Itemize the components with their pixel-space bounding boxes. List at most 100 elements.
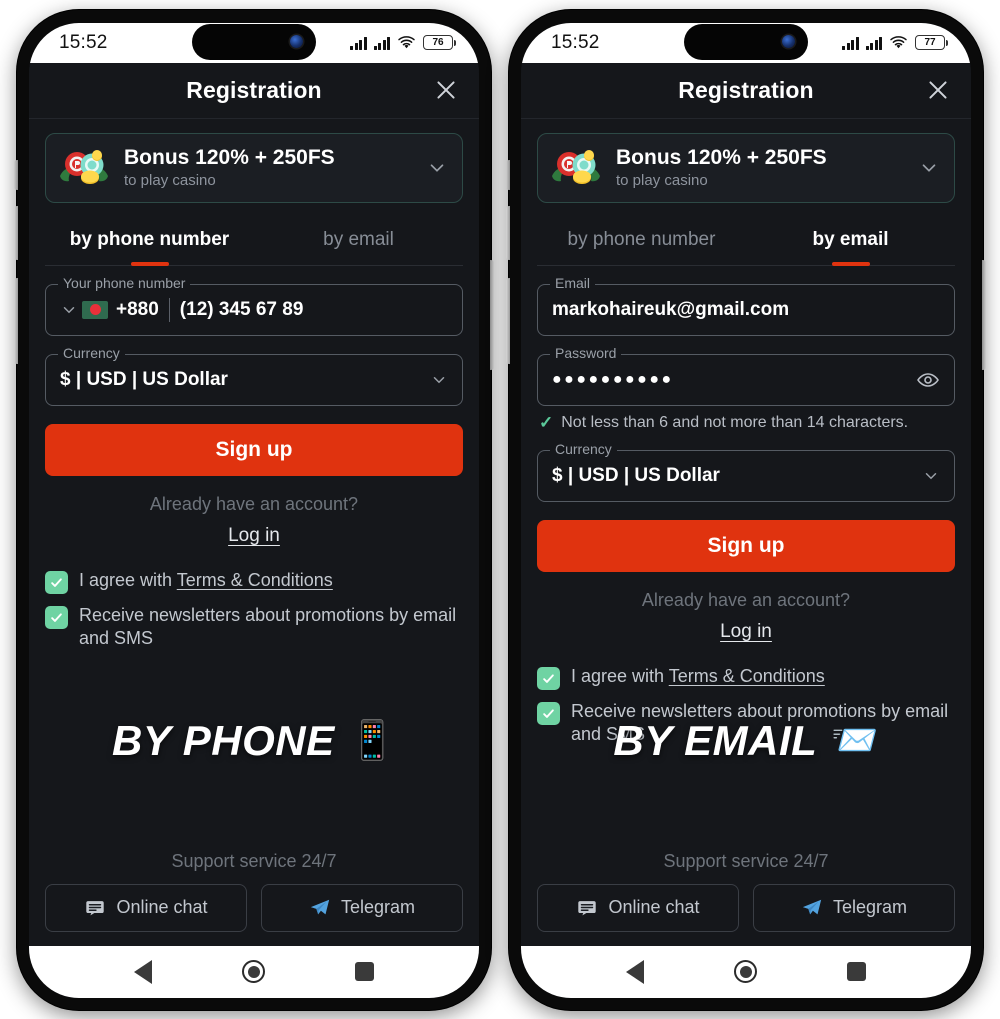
tab-by-phone-number[interactable]: by phone number bbox=[537, 219, 746, 265]
chevron-down-icon[interactable] bbox=[918, 157, 940, 179]
checkbox-row-newsletter[interactable]: Receive newsletters about promotions by … bbox=[537, 700, 955, 746]
telegram-icon bbox=[310, 899, 330, 914]
email-input-value[interactable]: markohaireuk@gmail.com bbox=[552, 299, 789, 321]
password-hint: ✓ Not less than 6 and not more than 14 c… bbox=[537, 414, 955, 432]
casino-chips-icon bbox=[56, 144, 112, 192]
phone-right: 15:52 77 Registration Bonus 120% + 250FS… bbox=[506, 9, 986, 1010]
password-input-value[interactable]: ●●●●●●●●●● bbox=[552, 371, 674, 389]
status-bar-time: 15:52 bbox=[59, 31, 108, 53]
checkbox-newsletter-label: Receive newsletters about promotions by … bbox=[571, 700, 949, 744]
footer-buttons: Online chat Telegram bbox=[537, 883, 955, 932]
checkbox-terms-label: I agree with Terms & Conditions bbox=[79, 569, 333, 592]
phone-number-field[interactable]: Your phone number +880 (12) 345 67 89 bbox=[45, 275, 463, 336]
footer-buttons: Online chat Telegram bbox=[45, 883, 463, 932]
terms-prefix: I agree with bbox=[79, 569, 177, 590]
signup-button[interactable]: Sign up bbox=[45, 423, 463, 476]
battery-percent: 76 bbox=[432, 37, 444, 48]
bonus-text: Bonus 120% + 250FS to play casino bbox=[616, 146, 906, 188]
eye-icon[interactable] bbox=[916, 368, 940, 392]
currency-chevron-down-icon[interactable] bbox=[430, 371, 448, 389]
currency-field[interactable]: Currency $ | USD | US Dollar bbox=[45, 345, 463, 406]
checkbox-row-terms[interactable]: I agree with Terms & Conditions bbox=[45, 569, 463, 594]
home-icon[interactable] bbox=[242, 960, 265, 983]
android-navigation-bar bbox=[29, 945, 479, 998]
checkbox-row-newsletter[interactable]: Receive newsletters about promotions by … bbox=[45, 604, 463, 650]
phone-side-button-silent bbox=[14, 159, 18, 190]
login-link[interactable]: Log in bbox=[45, 525, 463, 547]
telegram-button[interactable]: Telegram bbox=[753, 883, 955, 932]
phone-number-input[interactable]: (12) 345 67 89 bbox=[180, 299, 304, 321]
close-icon[interactable] bbox=[433, 77, 459, 103]
registration-app: Registration Bonus 120% + 250FS to play … bbox=[521, 62, 971, 946]
chevron-down-icon[interactable] bbox=[426, 157, 448, 179]
terms-conditions-link[interactable]: Terms & Conditions bbox=[669, 666, 825, 686]
phone-screen: 15:52 77 Registration Bonus 120% + 250FS… bbox=[521, 22, 971, 998]
password-label: Password bbox=[550, 345, 622, 360]
front-camera-icon bbox=[290, 35, 303, 48]
checkbox-terms-label: I agree with Terms & Conditions bbox=[571, 665, 825, 688]
mobile-phone-icon: 📱 bbox=[348, 719, 396, 762]
status-bar-indicators: 77 bbox=[842, 35, 948, 50]
currency-label: Currency bbox=[550, 441, 617, 456]
phone-side-button-silent bbox=[506, 159, 510, 190]
telegram-button[interactable]: Telegram bbox=[261, 883, 463, 932]
status-bar: 15:52 76 bbox=[29, 22, 479, 63]
phone-comparison-stage: 15:52 76 Registration Bonus 120% + 250FS… bbox=[0, 0, 1000, 1019]
password-hint-text: Not less than 6 and not more than 14 cha… bbox=[561, 413, 909, 431]
close-icon[interactable] bbox=[925, 77, 951, 103]
checkbox-row-terms[interactable]: I agree with Terms & Conditions bbox=[537, 665, 955, 690]
tab-by-email[interactable]: by email bbox=[746, 219, 955, 265]
online-chat-button[interactable]: Online chat bbox=[45, 883, 247, 932]
checkbox-newsletter[interactable] bbox=[537, 701, 560, 725]
android-navigation-bar bbox=[521, 945, 971, 998]
currency-value: $ | USD | US Dollar bbox=[60, 368, 228, 390]
password-field[interactable]: Password ●●●●●●●●●● bbox=[537, 345, 955, 406]
recent-apps-icon[interactable] bbox=[847, 962, 866, 981]
currency-field[interactable]: Currency $ | USD | US Dollar bbox=[537, 441, 955, 502]
bonus-subtitle: to play casino bbox=[124, 171, 216, 189]
home-icon[interactable] bbox=[734, 960, 757, 983]
currency-label: Currency bbox=[58, 345, 125, 360]
back-icon[interactable] bbox=[626, 959, 644, 984]
phone-side-button-power bbox=[982, 259, 986, 370]
country-chevron-down-icon[interactable] bbox=[60, 301, 78, 319]
signup-button[interactable]: Sign up bbox=[537, 519, 955, 572]
field-divider bbox=[168, 297, 170, 322]
online-chat-button[interactable]: Online chat bbox=[537, 883, 739, 932]
app-header: Registration bbox=[521, 63, 971, 119]
currency-chevron-down-icon[interactable] bbox=[922, 467, 940, 485]
bonus-banner[interactable]: Bonus 120% + 250FS to play casino bbox=[45, 132, 463, 203]
registration-tabs: by phone number by email bbox=[537, 219, 955, 266]
phone-screen: 15:52 76 Registration Bonus 120% + 250FS… bbox=[29, 22, 479, 998]
phone-left: 15:52 76 Registration Bonus 120% + 250FS… bbox=[14, 9, 494, 1010]
signal-bars-icon bbox=[842, 36, 859, 50]
status-bar-indicators: 76 bbox=[350, 35, 456, 50]
tab-by-phone-number[interactable]: by phone number bbox=[45, 219, 254, 265]
battery-indicator: 77 bbox=[915, 35, 948, 50]
recent-apps-icon[interactable] bbox=[355, 962, 374, 981]
battery-percent: 77 bbox=[924, 37, 936, 48]
wifi-icon bbox=[398, 36, 415, 49]
support-service-text: Support service 24/7 bbox=[663, 850, 829, 871]
app-header: Registration bbox=[29, 63, 479, 119]
email-field[interactable]: Email markohaireuk@gmail.com bbox=[537, 275, 955, 336]
dynamic-island bbox=[684, 23, 808, 60]
back-icon[interactable] bbox=[134, 959, 152, 984]
bonus-text: Bonus 120% + 250FS to play casino bbox=[124, 146, 414, 188]
bonus-banner[interactable]: Bonus 120% + 250FS to play casino bbox=[537, 132, 955, 203]
login-link-label: Log in bbox=[720, 620, 772, 642]
checkbox-newsletter[interactable] bbox=[45, 605, 68, 629]
bonus-title: Bonus 120% + 250FS bbox=[124, 146, 335, 170]
currency-value: $ | USD | US Dollar bbox=[552, 464, 720, 486]
checkbox-terms[interactable] bbox=[45, 570, 68, 594]
page-title: Registration bbox=[678, 76, 814, 103]
registration-app: Registration Bonus 120% + 250FS to play … bbox=[29, 62, 479, 946]
checkbox-terms[interactable] bbox=[537, 666, 560, 690]
app-footer: Support service 24/7 Online chat Telegra… bbox=[29, 851, 479, 946]
login-link[interactable]: Log in bbox=[537, 621, 955, 643]
signup-button-label: Sign up bbox=[707, 533, 785, 557]
terms-conditions-link[interactable]: Terms & Conditions bbox=[177, 570, 333, 590]
chat-bubble-icon bbox=[578, 900, 597, 915]
tab-by-email[interactable]: by email bbox=[254, 219, 463, 265]
login-link-label: Log in bbox=[228, 524, 280, 546]
